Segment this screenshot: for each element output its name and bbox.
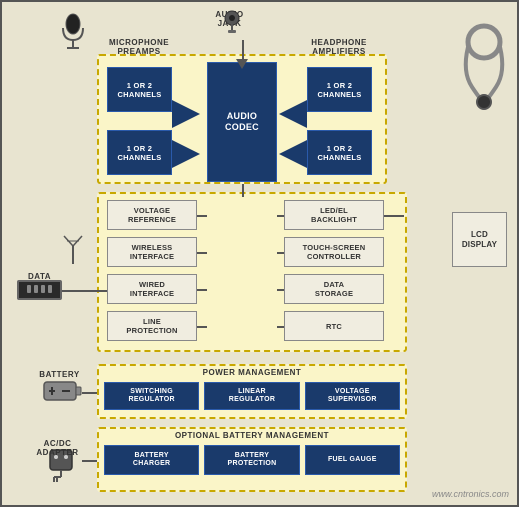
hp-channels-block-2: 1 OR 2CHANNELS [307, 130, 372, 175]
stethoscope-icon [457, 22, 512, 112]
hline-datastorage [277, 289, 284, 291]
wireless-interface-block: WIRELESSINTERFACE [107, 237, 197, 267]
hline-touch [277, 252, 284, 254]
arrow-audiojack-down [236, 59, 248, 69]
touch-screen-controller-block: TOUCH-SCREENCONTROLLER [284, 237, 384, 267]
mic-channels-block: 1 OR 2CHANNELS [107, 67, 172, 112]
hline-battery-power [82, 392, 97, 394]
voltage-reference-block: VOLTAGEREFERENCE [107, 200, 197, 230]
main-diagram: AUDIOJACK MICROPHONEPREAMPS HEADPHONEAMP… [0, 0, 519, 507]
audio-jack-icon [220, 10, 244, 38]
amp-left-1 [279, 100, 307, 130]
audio-codec-block: AUDIOCODEC [207, 62, 277, 182]
hline-led [277, 215, 284, 217]
led-backlight-block: LED/ELBACKLIGHT [284, 200, 384, 230]
hline-wired [197, 289, 207, 291]
amp-left-2 [279, 140, 307, 170]
wired-interface-block: WIREDINTERFACE [107, 274, 197, 304]
vline-codec-mcu [242, 184, 244, 197]
battery-management-section: OPTIONAL BATTERY MANAGEMENT BATTERYCHARG… [97, 427, 407, 492]
hline-wireless [197, 252, 207, 254]
switching-regulator-block: SWITCHINGREGULATOR [104, 382, 199, 410]
antenna-icon [62, 234, 84, 266]
line-protection-block: LINEPROTECTION [107, 311, 197, 341]
watermark: www.cntronics.com [432, 489, 509, 499]
power-management-label: POWER MANAGEMENT [99, 368, 405, 377]
data-storage-block: DATASTORAGE [284, 274, 384, 304]
mic-channels-block-2: 1 OR 2CHANNELS [107, 130, 172, 175]
rtc-block: RTC [284, 311, 384, 341]
hline-rtc [277, 326, 284, 328]
battery-label: BATTERY [32, 370, 87, 379]
hline-dataport-wired [62, 290, 107, 292]
hline-led-lcd [384, 215, 404, 217]
hline-voltref [197, 215, 207, 217]
hline-adapter-battery [82, 460, 97, 462]
ac-dc-label: AC/DCADAPTER [30, 439, 85, 457]
hp-channels-block: 1 OR 2CHANNELS [307, 67, 372, 112]
microphone-icon [57, 10, 89, 60]
fuel-gauge-block: FUEL GAUGE [305, 445, 400, 475]
amp-right-2 [172, 140, 200, 170]
battery-icon [42, 377, 82, 407]
battery-charger-block: BATTERYCHARGER [104, 445, 199, 475]
lcd-display-block: LCD DISPLAY [452, 212, 507, 267]
data-port-icon [17, 280, 62, 300]
optional-battery-label: OPTIONAL BATTERY MANAGEMENT [99, 431, 405, 440]
voltage-supervisor-block: VOLTAGESUPERVISOR [305, 382, 400, 410]
battery-protection-block: BATTERYPROTECTION [204, 445, 299, 475]
power-management-section: POWER MANAGEMENT SWITCHINGREGULATOR LINE… [97, 364, 407, 419]
hline-lineprot [197, 326, 207, 328]
amp-right-1 [172, 100, 200, 130]
linear-regulator-block: LINEARREGULATOR [204, 382, 299, 410]
